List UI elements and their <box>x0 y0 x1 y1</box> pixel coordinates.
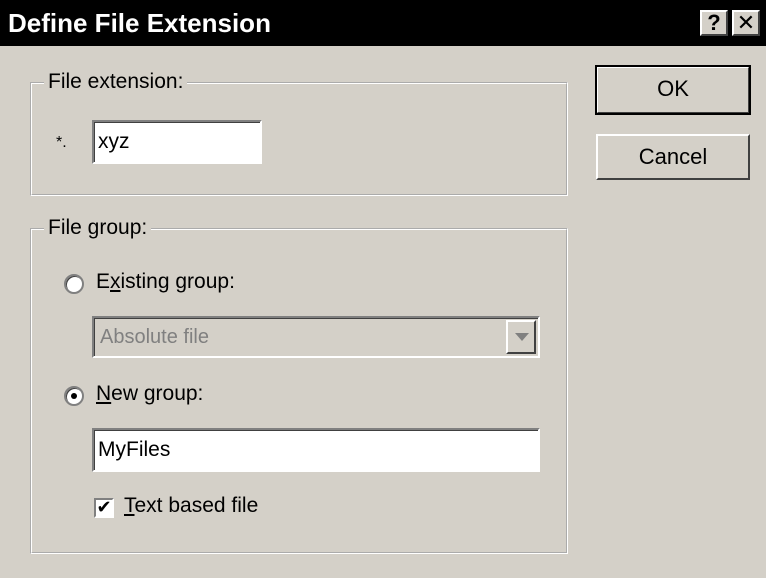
existing-group-radio[interactable] <box>64 274 84 294</box>
new-group-field[interactable] <box>92 428 540 472</box>
existing-group-select[interactable]: Absolute file <box>92 316 540 358</box>
cancel-button[interactable]: Cancel <box>596 134 750 180</box>
text-based-label[interactable]: Text based file <box>124 494 258 518</box>
new-group-radio[interactable] <box>64 386 84 406</box>
define-file-extension-dialog: Define File Extension ? ✕ File extension… <box>0 0 766 578</box>
close-button[interactable]: ✕ <box>732 10 760 36</box>
extension-prefix: *. <box>56 134 67 151</box>
title-bar: Define File Extension ? ✕ <box>0 0 766 46</box>
existing-group-value: Absolute file <box>100 326 209 348</box>
file-group-legend: File group: <box>44 216 152 240</box>
existing-group-label[interactable]: Existing group: <box>96 270 235 294</box>
dialog-title: Define File Extension <box>8 8 271 38</box>
help-button[interactable]: ? <box>700 10 728 36</box>
new-group-input[interactable] <box>94 430 538 470</box>
chevron-down-icon[interactable] <box>506 320 536 354</box>
file-extension-legend: File extension: <box>44 70 188 94</box>
file-extension-field[interactable] <box>92 120 262 164</box>
file-extension-input[interactable] <box>94 122 260 162</box>
text-based-checkbox[interactable]: ✔ <box>94 498 114 518</box>
new-group-label[interactable]: New group: <box>96 382 203 406</box>
ok-button[interactable]: OK <box>595 65 751 115</box>
